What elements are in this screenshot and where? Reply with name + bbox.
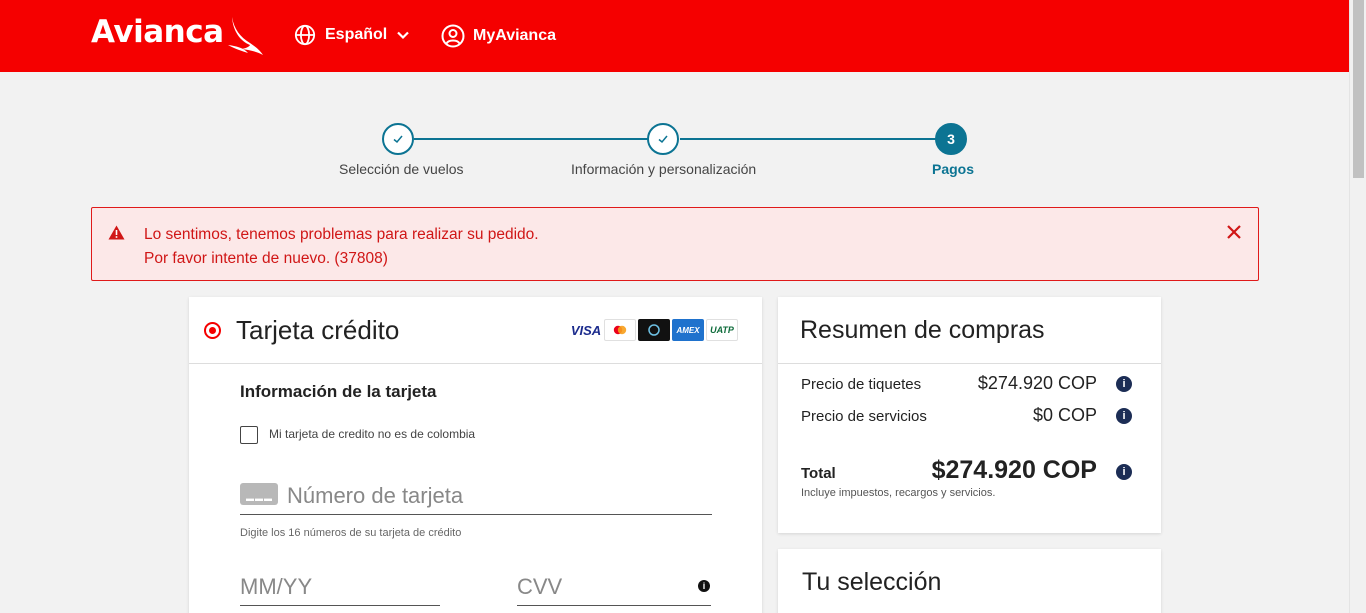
services-price-info-icon[interactable]: i <box>1116 408 1132 424</box>
ticket-price-info-icon[interactable]: i <box>1116 376 1132 392</box>
step-1-label: Selección de vuelos <box>339 161 464 177</box>
total-value: $274.920 COP <box>931 456 1097 484</box>
payment-method-header[interactable]: Tarjeta crédito VISA AMEX UATP <box>189 297 762 364</box>
top-header: Avianca Español MyAvianca <box>0 0 1349 72</box>
services-price-label: Precio de servicios <box>801 408 927 425</box>
alert-line-2: Por favor intente de nuevo. (37808) <box>144 250 388 267</box>
card-info-title: Información de la tarjeta <box>240 382 437 401</box>
step-2-circle <box>647 123 679 155</box>
check-icon <box>658 135 668 144</box>
language-label: Español <box>325 26 388 43</box>
uatp-icon: UATP <box>706 319 738 341</box>
error-alert: Lo sentimos, tenemos problemas para real… <box>91 207 1259 281</box>
visa-icon: VISA <box>570 319 602 341</box>
foreign-card-checkbox-label: Mi tarjeta de credito no es de colombia <box>269 427 476 441</box>
myavianca-link[interactable]: MyAvianca <box>441 24 556 48</box>
card-number-input[interactable] <box>240 477 712 515</box>
payment-card-panel: Tarjeta crédito VISA AMEX UATP Informaci… <box>189 297 762 613</box>
myavianca-label: MyAvianca <box>473 27 556 44</box>
purchase-summary-panel: Resumen de compras Precio de tiquetes $2… <box>778 297 1161 533</box>
cvv-input[interactable] <box>517 568 711 606</box>
payment-method-title: Tarjeta crédito <box>236 315 400 345</box>
step-1-circle <box>382 123 414 155</box>
total-label: Total <box>801 465 836 482</box>
summary-header: Resumen de compras <box>778 297 1161 364</box>
avianca-bird-icon <box>228 17 263 55</box>
mastercard-icon <box>604 319 636 341</box>
check-icon <box>393 135 403 144</box>
language-selector[interactable]: Español <box>294 24 410 46</box>
card-number-hint: Digite los 16 números de su tarjeta de c… <box>240 527 462 539</box>
step-3-label: Pagos <box>932 161 975 177</box>
globe-icon <box>294 24 316 46</box>
step-3-circle: 3 <box>935 123 967 155</box>
services-price-value: $0 COP <box>1032 405 1097 425</box>
warning-icon <box>108 225 125 240</box>
card-brand-logos: VISA AMEX UATP <box>570 319 738 341</box>
expiry-date-input[interactable] <box>240 568 440 606</box>
scrollbar-thumb[interactable] <box>1353 0 1364 178</box>
total-note: Incluye impuestos, recargos y servicios. <box>801 487 996 499</box>
foreign-card-checkbox[interactable] <box>240 426 258 444</box>
ticket-price-label: Precio de tiquetes <box>801 376 922 393</box>
alert-message: Lo sentimos, tenemos problemas para real… <box>144 223 539 271</box>
summary-title: Resumen de compras <box>800 316 1045 344</box>
stepper-line-1 <box>414 138 648 140</box>
page-scrollbar[interactable] <box>1349 0 1366 613</box>
alert-line-1: Lo sentimos, tenemos problemas para real… <box>144 226 539 243</box>
avianca-logo[interactable]: Avianca <box>91 14 224 50</box>
user-account-icon <box>441 24 465 48</box>
chevron-down-icon <box>397 31 410 40</box>
cvv-info-icon[interactable]: i <box>698 580 710 592</box>
credit-card-radio[interactable] <box>204 322 221 339</box>
step-2-label: Información y personalización <box>571 161 757 177</box>
credit-card-icon: ▬▬▬ <box>240 483 278 505</box>
diners-club-icon <box>638 319 670 341</box>
total-info-icon[interactable]: i <box>1116 464 1132 480</box>
ticket-price-value: $274.920 COP <box>977 373 1097 393</box>
selection-title: Tu selección <box>802 568 942 596</box>
amex-icon: AMEX <box>672 319 704 341</box>
stepper-line-2 <box>680 138 936 140</box>
close-icon[interactable] <box>1224 222 1244 242</box>
your-selection-panel: Tu selección <box>778 549 1161 613</box>
